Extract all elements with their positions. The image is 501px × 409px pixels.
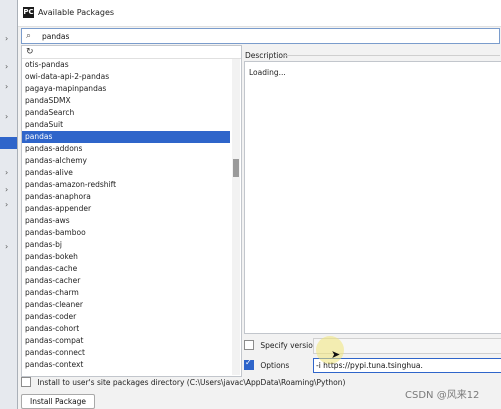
chevron-right-icon: › bbox=[5, 112, 9, 121]
title-bar: PC Available Packages bbox=[18, 0, 501, 27]
package-list-item[interactable]: pandas-anaphora bbox=[22, 191, 230, 203]
chevron-right-icon: › bbox=[5, 34, 9, 43]
specify-version-checkbox[interactable] bbox=[244, 340, 254, 350]
package-list-panel: ↻ otis-pandas owi-data-api-2-pandas pagaya… bbox=[21, 45, 242, 377]
package-list-item[interactable]: pandas-cache bbox=[22, 263, 230, 275]
search-icon: ⌕ bbox=[26, 31, 32, 41]
package-list-item[interactable]: owi-data-api-2-pandas bbox=[22, 71, 230, 83]
package-list-item[interactable]: pandaSDMX bbox=[22, 95, 230, 107]
scrollbar-thumb[interactable] bbox=[233, 159, 239, 177]
available-packages-dialog: PC Available Packages ⌕ ↻ otis-pandasowi… bbox=[17, 0, 501, 409]
package-list-item[interactable]: pandaSuit bbox=[22, 119, 230, 131]
package-list-item[interactable]: pandas-cohort bbox=[22, 323, 230, 335]
package-list-item[interactable]: pagaya-mapinpandas bbox=[22, 83, 230, 95]
list-toolbar: ↻ bbox=[22, 46, 241, 59]
ide-background-panel: › › › › › › › › bbox=[0, 0, 18, 409]
chevron-right-icon: › bbox=[5, 62, 9, 71]
specify-version-row: Specify version bbox=[244, 338, 501, 354]
scrollbar[interactable] bbox=[232, 59, 240, 375]
package-list-item[interactable]: pandas-charm bbox=[22, 287, 230, 299]
description-panel: Loading... bbox=[244, 61, 501, 334]
dialog-title: Available Packages bbox=[38, 8, 115, 17]
watermark: CSDN @风来12 bbox=[405, 390, 480, 401]
mouse-cursor-icon: ➤ bbox=[331, 348, 341, 361]
package-list-item[interactable]: pandas-bokeh bbox=[22, 251, 230, 263]
description-divider bbox=[284, 55, 500, 56]
ide-selection-bar bbox=[0, 137, 17, 149]
chevron-right-icon: › bbox=[5, 168, 9, 177]
options-input[interactable] bbox=[316, 359, 498, 372]
package-list-item[interactable]: otis-pandas bbox=[22, 59, 230, 71]
install-to-user-label: Install to user's site packages director… bbox=[37, 377, 346, 387]
refresh-icon[interactable]: ↻ bbox=[26, 46, 34, 58]
description-label: Description bbox=[245, 51, 288, 60]
package-list-item[interactable]: pandas-alchemy bbox=[22, 155, 230, 167]
package-list-item[interactable]: pandas-appender bbox=[22, 203, 230, 215]
package-list-item[interactable]: pandas-amazon-redshift bbox=[22, 179, 230, 191]
chevron-right-icon: › bbox=[5, 200, 9, 209]
package-list: otis-pandas owi-data-api-2-pandas pagaya-m… bbox=[22, 59, 230, 371]
package-list-item[interactable]: pandas-cacher bbox=[22, 275, 230, 287]
options-label: Options bbox=[260, 360, 290, 370]
package-list-item[interactable]: pandas-compat bbox=[22, 335, 230, 347]
chevron-right-icon: › bbox=[5, 185, 9, 194]
chevron-right-icon: › bbox=[5, 82, 9, 91]
package-list-item[interactable]: pandas-cleaner bbox=[22, 299, 230, 311]
package-list-item[interactable]: pandas-bj bbox=[22, 239, 230, 251]
description-text: Loading... bbox=[249, 68, 286, 77]
package-list-item[interactable]: pandas bbox=[22, 131, 230, 143]
pycharm-icon: PC bbox=[23, 7, 34, 18]
options-field[interactable] bbox=[313, 358, 501, 373]
install-package-button[interactable]: Install Package bbox=[21, 394, 96, 409]
package-list-item[interactable]: pandas-addons bbox=[22, 143, 230, 155]
package-list-item[interactable]: pandas-bamboo bbox=[22, 227, 230, 239]
install-to-user-checkbox[interactable] bbox=[21, 377, 31, 387]
package-list-item[interactable]: pandas-coder bbox=[22, 311, 230, 323]
install-to-user-row: Install to user's site packages director… bbox=[21, 377, 345, 387]
package-list-item[interactable]: pandas-connect bbox=[22, 347, 230, 359]
chevron-right-icon: › bbox=[5, 242, 9, 251]
options-row: Options bbox=[244, 358, 501, 373]
package-list-item[interactable]: pandas-context bbox=[22, 359, 230, 371]
options-checkbox[interactable] bbox=[244, 358, 254, 370]
search-box[interactable]: ⌕ bbox=[21, 28, 500, 44]
package-list-item[interactable]: pandas-alive bbox=[22, 167, 230, 179]
specify-version-label: Specify version bbox=[260, 340, 318, 350]
package-list-item[interactable]: pandaSearch bbox=[22, 107, 230, 119]
package-list-item[interactable]: pandas-aws bbox=[22, 215, 230, 227]
search-input[interactable] bbox=[42, 29, 482, 43]
